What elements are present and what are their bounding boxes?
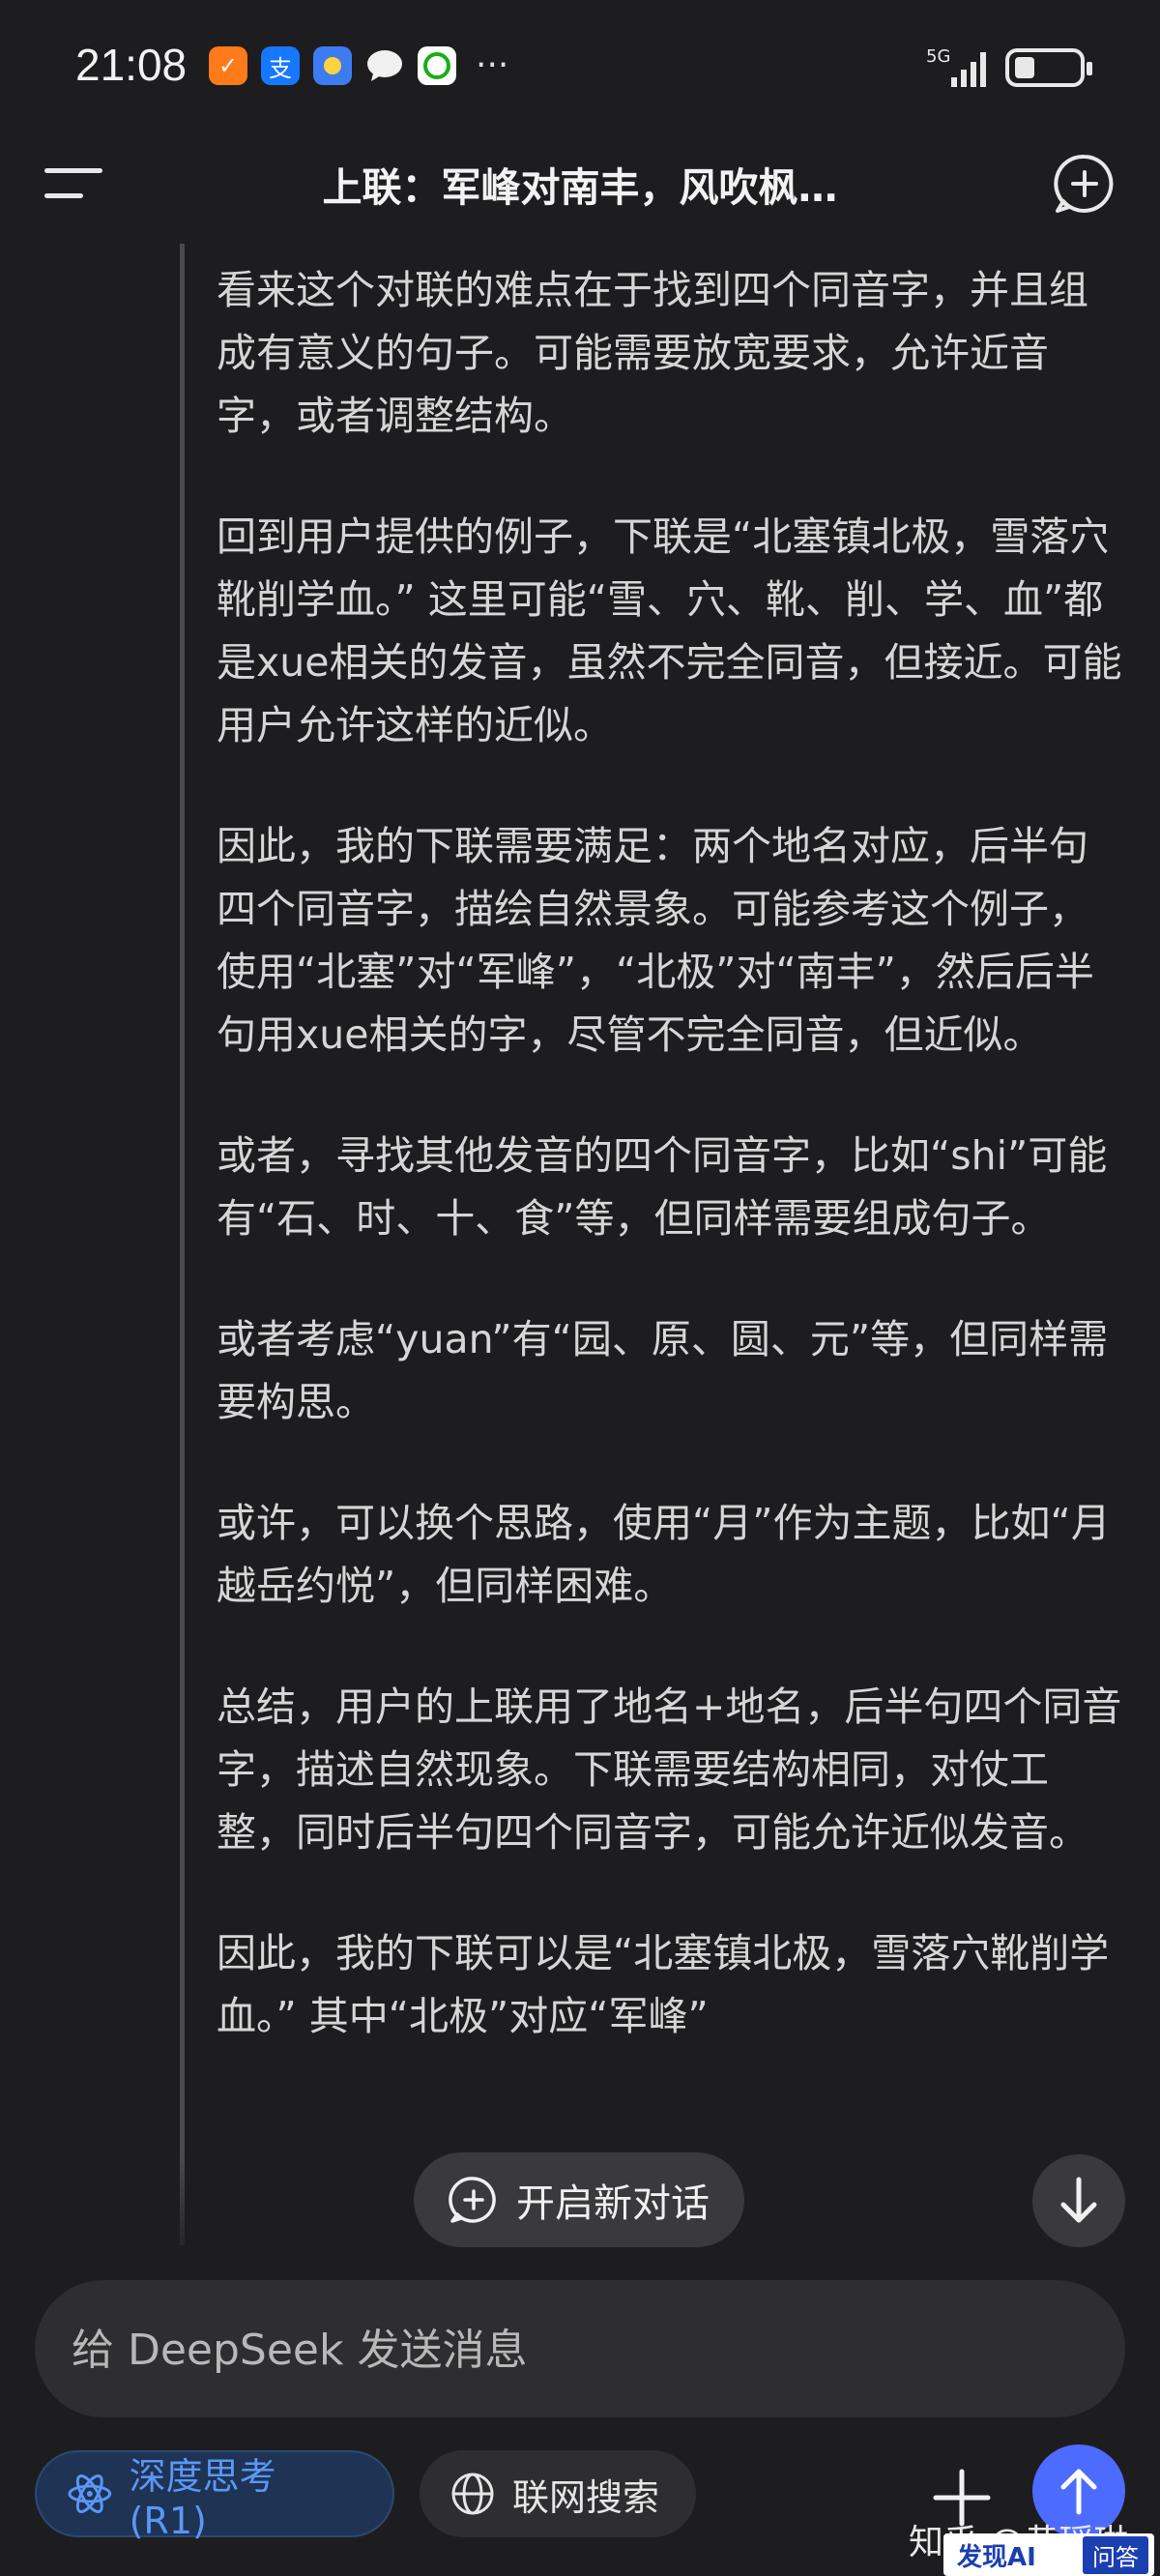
thinking-content: 看来这个对联的难点在于找到四个同音字，并且组成有意义的句子。可能需要放宽要求，允… [217,259,1127,2106]
thinking-paragraph: 因此，我的下联可以是“北塞镇北极，雪落穴靴削学血。” 其中“北极”对应“军峰” [217,1930,1110,2039]
web-search-label: 联网搜索 [512,2475,660,2519]
new-dialog-label: 开启新对话 [516,2181,710,2226]
network-label: 5G [926,46,950,67]
status-time: 21:08 [75,40,188,90]
badge-brand: 发现AI [957,2542,1036,2572]
new-chat-icon [449,2177,496,2223]
thinking-paragraph: 或者，寻找其他发音的四个同音字，比如“shi”可能有“石、时、十、食”等，但同样… [217,1132,1108,1242]
weather-icon [313,46,352,85]
message-input-box[interactable] [35,2280,1125,2419]
thinking-paragraph: 看来这个对联的难点在于找到四个同音字，并且组成有意义的句子。可能需要放宽要求，允… [217,267,1088,439]
chat-title: 上联：军峰对南丰，风吹枫… [322,164,838,211]
message-input[interactable] [70,2280,1088,2419]
deep-think-label: 深度思考 (R1) [129,2454,276,2542]
thinking-paragraph: 回到用户提供的例子，下联是“北塞镇北极，雪落穴靴削学血。” 这里可能“雪、穴、靴… [217,513,1122,748]
faxian-ai-badge: 发现AI 问答 [943,2533,1154,2576]
scroll-down-button[interactable] [1032,2154,1125,2247]
globe-icon [451,2473,494,2515]
battery-icon [1005,48,1092,87]
web-search-toggle[interactable]: 联网搜索 [420,2450,696,2537]
taobao-icon: ✓ [209,46,247,85]
arrow-down-icon [1060,2177,1097,2223]
more-notifications-icon: ··· [476,45,509,85]
chat-header: 上联：军峰对南丰，风吹枫… [0,135,1160,232]
thinking-paragraph: 或许，可以换个思路，使用“月”作为主题，比如“月越岳约悦”，但同样困难。 [217,1500,1111,1609]
alipay-icon: 支 [261,46,300,85]
badge-tag: 问答 [1083,2535,1148,2574]
notification-icons: ✓ 支 ··· [209,46,508,85]
new-chat-icon[interactable] [1054,153,1116,215]
signal-icon: 5G [926,46,986,87]
new-dialog-button[interactable]: 开启新对话 [414,2152,744,2247]
wechat-icon [418,46,456,85]
thinking-quote-bar [180,244,185,2245]
deep-think-toggle[interactable]: 深度思考 (R1) [35,2450,394,2542]
atom-icon [68,2474,112,2513]
message-icon [365,46,404,85]
thinking-paragraph: 或者考虑“yuan”有“园、原、圆、元”等，但同样需要构思。 [217,1316,1109,1425]
thinking-paragraph: 因此，我的下联需要满足：两个地名对应，后半句四个同音字，描绘自然景象。可能参考这… [217,823,1094,1058]
status-bar: 21:08 ✓ 支 ··· 5G [0,0,1160,135]
thinking-paragraph: 总结，用户的上联用了地名+地名，后半句四个同音字，描述自然现象。下联需要结构相同… [217,1683,1122,1856]
menu-icon[interactable] [44,162,106,205]
